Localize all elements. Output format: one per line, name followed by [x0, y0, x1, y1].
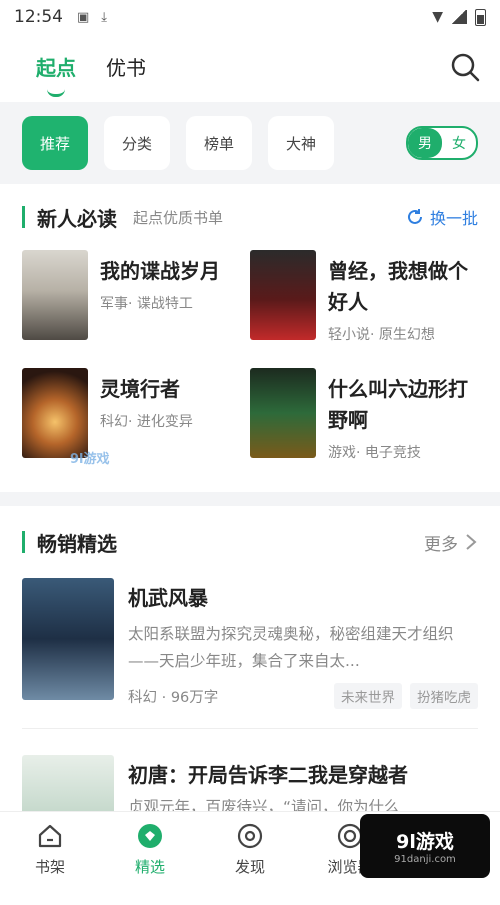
section-header: 新人必读 起点优质书单 换一批: [22, 184, 478, 250]
section-subtitle: 起点优质书单: [133, 208, 224, 227]
battery-icon: [475, 8, 486, 26]
section-newbie-reads: 新人必读 起点优质书单 换一批 我的谍战岁月 军事· 谍战特工 曾经，我想做个好…: [0, 184, 500, 486]
tab-youshu[interactable]: 优书: [106, 52, 146, 85]
book-cover: [22, 578, 114, 700]
more-button[interactable]: 更多: [424, 530, 478, 555]
book-card[interactable]: 灵境行者 科幻· 进化变异: [22, 368, 250, 486]
search-icon[interactable]: [450, 52, 480, 82]
section-divider: [0, 492, 500, 506]
book-cover: [22, 250, 88, 340]
chevron-right-icon: [466, 534, 477, 550]
book-cover: [250, 250, 316, 340]
nav-label: 发现: [234, 858, 265, 876]
book-title: 我的谍战岁月: [100, 259, 220, 283]
notification-a-icon: ▣: [77, 9, 90, 25]
section-header: 畅销精选 更多: [22, 506, 478, 578]
gender-male[interactable]: 男: [408, 128, 442, 158]
book-tags: 军事· 谍战特工: [100, 296, 193, 312]
book-card[interactable]: 曾经，我想做个好人 轻小说· 原生幻想: [250, 250, 478, 368]
chip-recommend[interactable]: 推荐: [22, 116, 88, 170]
tab-qidian[interactable]: 起点: [36, 52, 76, 85]
book-list-item[interactable]: 机武风暴 太阳系联盟为探究灵魂奥秘，秘密组建天才组织——天启少年班，集合了来自太…: [22, 578, 478, 729]
nav-featured[interactable]: 精选: [100, 812, 200, 892]
book-description: 太阳系联盟为探究灵魂奥秘，秘密组建天才组织——天启少年班，集合了来自太...: [128, 625, 454, 670]
book-meta: 科幻 · 96万字: [128, 689, 219, 706]
gender-toggle[interactable]: 男 女: [406, 126, 478, 160]
book-cover: [22, 368, 88, 458]
nav-bookshelf[interactable]: 书架: [0, 812, 100, 892]
watermark-sub: 91danji.com: [394, 854, 456, 865]
discover-icon: [237, 823, 263, 849]
section-title: 畅销精选: [37, 531, 117, 556]
more-label: 更多: [424, 534, 458, 555]
watermark-main: 9l游戏: [396, 831, 454, 853]
chip-category[interactable]: 分类: [104, 116, 170, 170]
refresh-label: 换一批: [429, 209, 478, 228]
refresh-button[interactable]: 换一批: [406, 205, 478, 229]
book-title: 初唐：开局告诉李二我是穿越者: [128, 763, 408, 787]
book-title: 灵境行者: [100, 377, 180, 401]
wifi-icon: ▼: [432, 9, 443, 25]
bookshelf-icon: [38, 824, 62, 848]
nav-label: 书架: [34, 858, 65, 876]
status-time: 12:54: [14, 7, 63, 27]
book-card[interactable]: 什么叫六边形打野啊 游戏· 电子竞技: [250, 368, 478, 486]
section-marker: [22, 206, 25, 228]
watermark-small: 9l游戏: [70, 452, 110, 467]
signal-icon: [451, 10, 467, 24]
book-tags: 科幻· 进化变异: [100, 414, 193, 430]
chip-masters[interactable]: 大神: [268, 116, 334, 170]
book-title: 曾经，我想做个好人: [328, 259, 468, 314]
book-title: 机武风暴: [128, 586, 208, 610]
chip-ranking[interactable]: 榜单: [186, 116, 252, 170]
gender-female[interactable]: 女: [442, 128, 476, 158]
nav-discover[interactable]: 发现: [200, 812, 300, 892]
status-right: ▼: [432, 8, 486, 26]
section-title: 新人必读: [37, 206, 117, 231]
book-tags: 游戏· 电子竞技: [328, 445, 421, 461]
category-bar: 推荐 分类 榜单 大神 男 女: [0, 102, 500, 184]
book-tag[interactable]: 未来世界: [334, 683, 402, 709]
top-tab-bar: 起点 优书: [0, 34, 500, 102]
nav-label: 精选: [134, 858, 165, 876]
watermark: 9l游戏 91danji.com: [360, 814, 490, 878]
book-cover: [250, 368, 316, 458]
section-marker: [22, 531, 25, 553]
status-bar: 12:54 ▣ ⤓ ▼: [0, 0, 500, 34]
book-card[interactable]: 我的谍战岁月 军事· 谍战特工: [22, 250, 250, 368]
book-title: 什么叫六边形打野啊: [328, 377, 468, 432]
book-tag[interactable]: 扮猪吃虎: [410, 683, 478, 709]
featured-icon: [138, 824, 162, 848]
book-tags: 轻小说· 原生幻想: [328, 327, 435, 343]
download-icon: ⤓: [101, 9, 108, 25]
refresh-icon: [408, 209, 422, 224]
